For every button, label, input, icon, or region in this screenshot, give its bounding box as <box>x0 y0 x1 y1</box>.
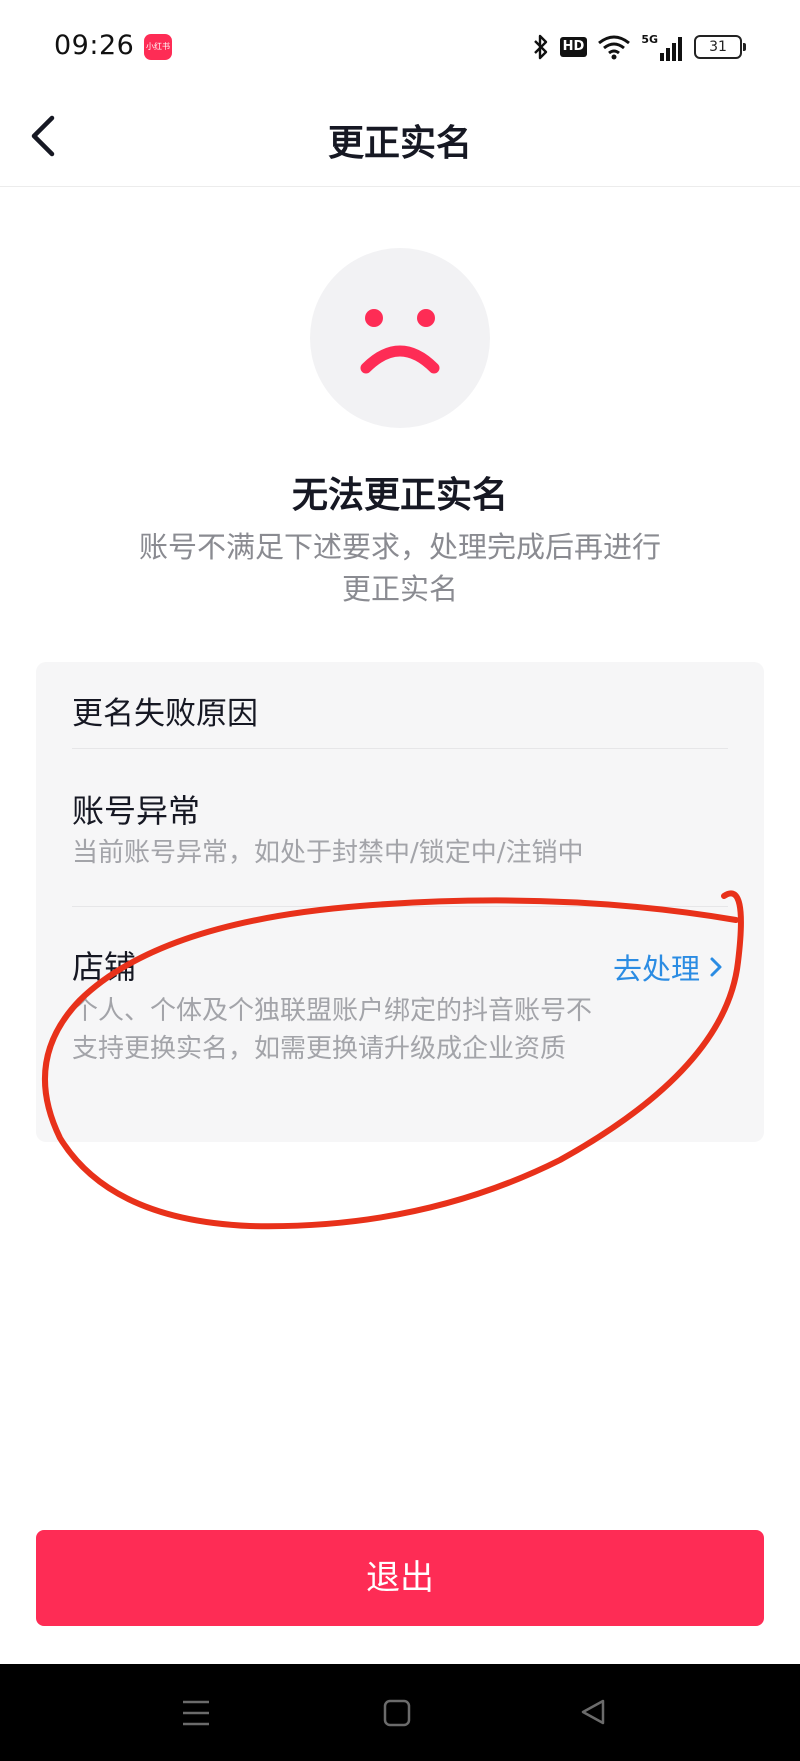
page-title: 更正实名 <box>327 123 472 164</box>
error-description: 账号不满足下述要求，处理完成后再进行更正实名 <box>138 530 661 606</box>
app-notification-badge: 小红书 <box>144 34 172 60</box>
home-icon[interactable] <box>382 1698 412 1728</box>
sad-face-icon <box>310 248 490 428</box>
nav-bar: 更正实名 <box>0 86 800 187</box>
handle-label: 去处理 <box>612 952 700 986</box>
chevron-right-icon <box>710 957 722 977</box>
failure-reasons-card: 更名失败原因 账号异常 当前账号异常，如处于封禁中/锁定中/注销中 店铺 去处理… <box>36 662 764 1142</box>
reason-title-account: 账号异常 <box>72 792 201 830</box>
menu-icon[interactable] <box>180 1698 212 1728</box>
bluetooth-icon <box>533 34 547 60</box>
battery-icon: 31 <box>694 35 746 59</box>
status-icons: HD 5G 31 <box>532 30 746 64</box>
status-time: 09:26 <box>54 30 135 61</box>
exit-button[interactable]: 退出 <box>36 1530 764 1626</box>
hd-icon: HD <box>559 37 588 57</box>
back-nav-icon[interactable] <box>578 1697 608 1727</box>
network-type: 5G <box>641 33 658 46</box>
divider <box>72 748 728 749</box>
card-header: 更名失败原因 <box>72 696 258 732</box>
system-nav-bar <box>0 1664 800 1761</box>
reason-desc-account: 当前账号异常，如处于封禁中/锁定中/注销中 <box>72 838 584 868</box>
wifi-icon <box>598 35 631 60</box>
signal-5g-icon: 5G <box>641 33 684 61</box>
reason-desc-store: 个人、个体及个独联盟账户绑定的抖音账号不支持更换实名，如需更换请升级成企业资质 <box>72 996 593 1064</box>
divider <box>72 906 728 907</box>
error-title: 无法更正实名 <box>291 475 508 516</box>
reason-title-store: 店铺 <box>72 948 137 986</box>
handle-store-link[interactable]: 去处理 <box>613 946 724 988</box>
